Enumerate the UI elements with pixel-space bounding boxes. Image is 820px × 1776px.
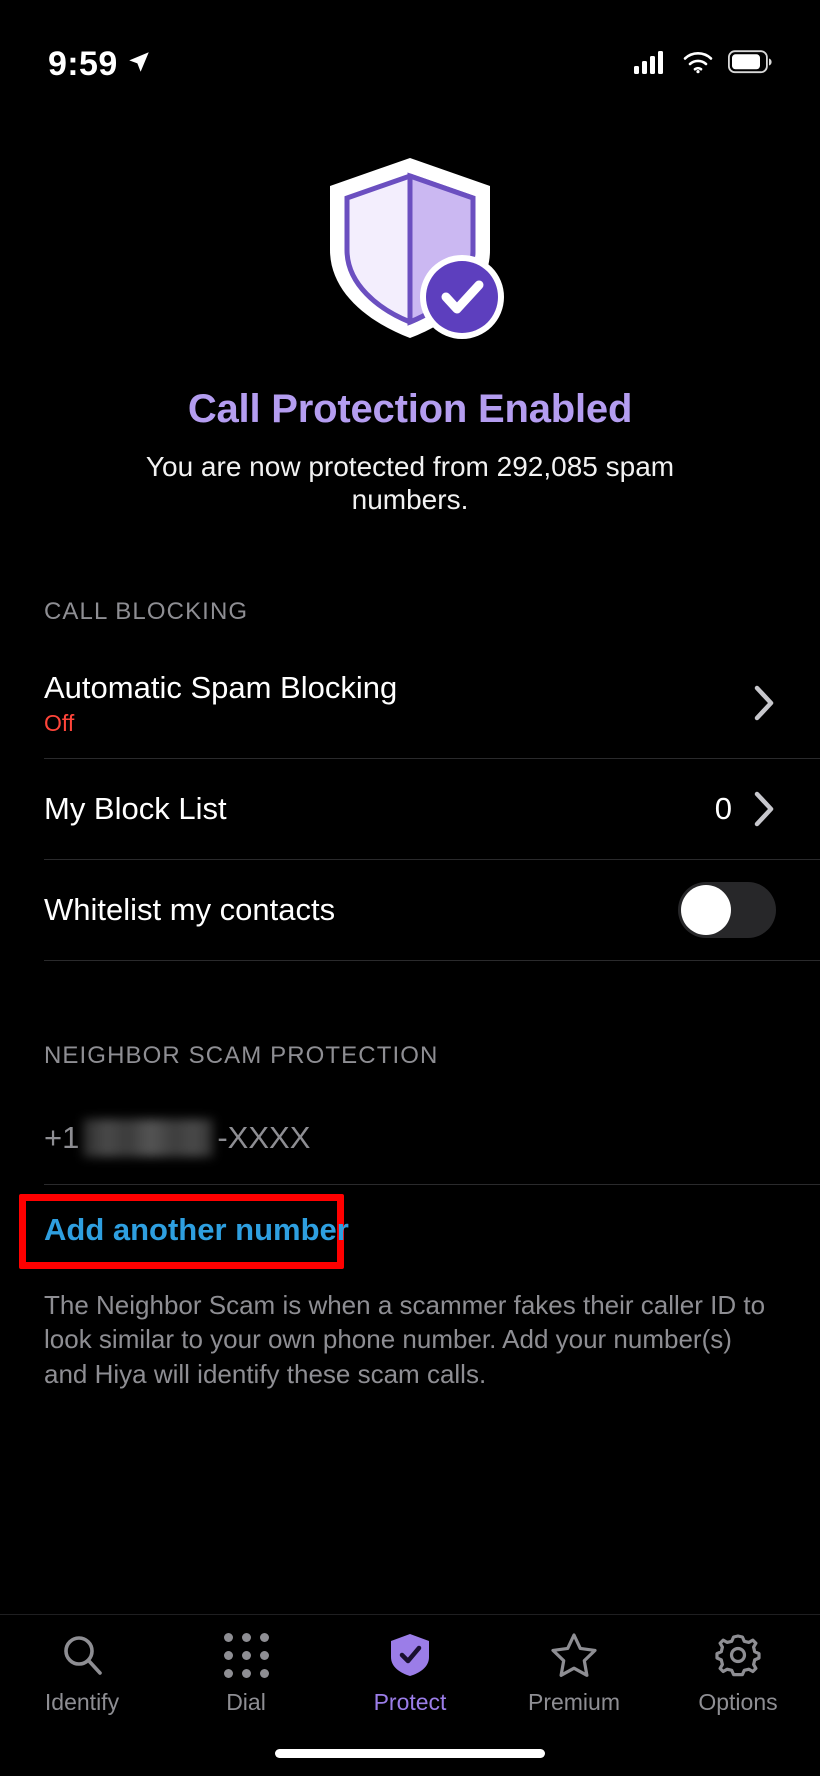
protect-screen: 9:59: [0, 0, 820, 1776]
status-bar: 9:59: [0, 0, 820, 100]
tab-label: Options: [698, 1689, 777, 1716]
chevron-right-icon: [754, 791, 776, 827]
row-protected-phone-number[interactable]: +1 -XXXX: [0, 1092, 820, 1184]
block-list-count: 0: [715, 791, 732, 827]
section-header-call-blocking: CALL BLOCKING: [44, 598, 248, 626]
tab-label: Dial: [226, 1689, 266, 1716]
shield-check-icon: [310, 150, 510, 345]
tab-identify[interactable]: Identify: [0, 1631, 164, 1716]
phone-number: +1 -XXXX: [44, 1119, 310, 1157]
search-icon: [59, 1631, 105, 1679]
wifi-icon: [682, 50, 714, 79]
status-time: 9:59: [48, 45, 118, 84]
protection-summary: You are now protected from 292,085 spam …: [130, 450, 690, 516]
dialpad-icon: [224, 1631, 269, 1679]
row-my-block-list[interactable]: My Block List 0: [0, 758, 820, 859]
shield-icon: [388, 1631, 432, 1679]
whitelist-contacts-toggle[interactable]: [678, 882, 776, 938]
row-label: Automatic Spam Blocking: [44, 670, 397, 706]
battery-icon: [728, 50, 772, 79]
phone-country-prefix: +1: [44, 1120, 79, 1156]
tab-label: Protect: [374, 1689, 447, 1716]
hero-section: Call Protection Enabled You are now prot…: [0, 150, 820, 516]
status-bar-right: [634, 50, 772, 79]
gear-icon: [715, 1631, 761, 1679]
status-bar-left: 9:59: [48, 45, 152, 84]
tab-protect[interactable]: Protect: [328, 1631, 492, 1716]
redacted-number-block: [83, 1119, 213, 1157]
tab-label: Premium: [528, 1689, 620, 1716]
tab-label: Identify: [45, 1689, 119, 1716]
toggle-knob: [681, 885, 731, 935]
neighbor-scam-description: The Neighbor Scam is when a scammer fake…: [44, 1288, 778, 1391]
row-label: Whitelist my contacts: [44, 892, 335, 928]
tab-options[interactable]: Options: [656, 1631, 820, 1716]
phone-masked-suffix: -XXXX: [217, 1120, 310, 1156]
star-icon: [550, 1631, 598, 1679]
status-badge: Off: [44, 710, 397, 737]
row-whitelist-my-contacts[interactable]: Whitelist my contacts: [0, 859, 820, 960]
row-automatic-spam-blocking[interactable]: Automatic Spam Blocking Off: [0, 648, 820, 758]
row-label: My Block List: [44, 791, 227, 827]
tab-dial[interactable]: Dial: [164, 1631, 328, 1716]
section-header-neighbor-scam: NEIGHBOR SCAM PROTECTION: [44, 1042, 438, 1070]
divider: [44, 960, 820, 961]
location-arrow-icon: [126, 49, 152, 80]
page-title: Call Protection Enabled: [188, 387, 632, 432]
add-another-number-link[interactable]: Add another number: [44, 1212, 349, 1248]
chevron-right-icon: [754, 685, 776, 721]
home-indicator[interactable]: [275, 1749, 545, 1758]
divider: [44, 1184, 820, 1185]
cellular-signal-icon: [634, 50, 668, 79]
tab-premium[interactable]: Premium: [492, 1631, 656, 1716]
